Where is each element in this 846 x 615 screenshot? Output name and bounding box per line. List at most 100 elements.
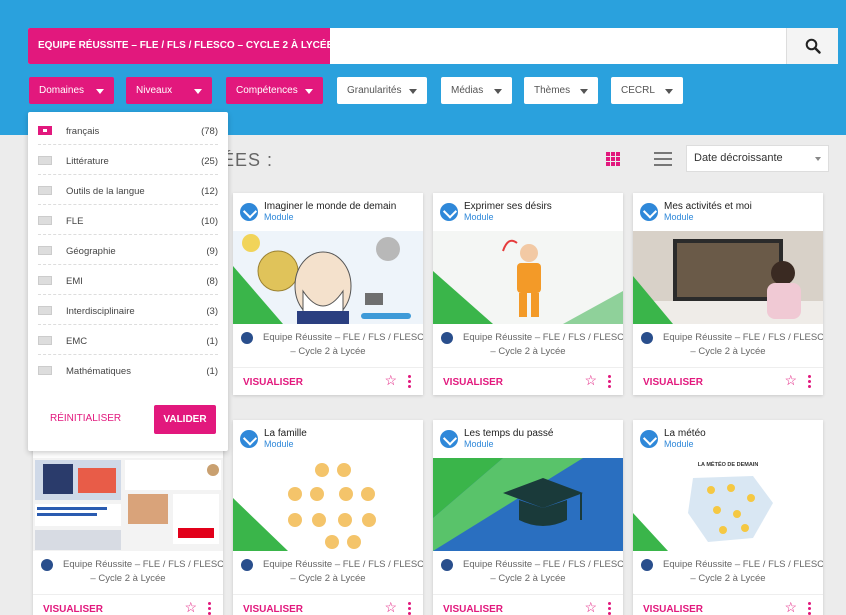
author-avatar-icon: [441, 559, 453, 571]
star-icon[interactable]: ☆: [384, 373, 397, 387]
thumb-caption: LA MÉTÉO DE DEMAIN: [698, 460, 759, 468]
domain-option-litterature[interactable]: Littérature (25): [38, 145, 218, 175]
card-title[interactable]: Mes activités et moi: [664, 201, 752, 212]
visualiser-link[interactable]: VISUALISER: [643, 604, 703, 615]
checkbox-icon[interactable]: [38, 216, 52, 225]
filter-cecrl[interactable]: CECRL: [611, 77, 683, 104]
card-title[interactable]: La météo: [664, 428, 706, 439]
grid-view-icon[interactable]: [606, 152, 620, 166]
author-line-2: – Cycle 2 à Lycée: [690, 573, 766, 584]
option-count: (3): [206, 306, 218, 317]
domain-option-outils-langue[interactable]: Outils de la langue (12): [38, 175, 218, 205]
visualiser-link[interactable]: VISUALISER: [243, 377, 303, 388]
more-vertical-icon[interactable]: [208, 602, 211, 615]
domain-option-mathematiques[interactable]: Mathématiques (1): [38, 355, 218, 385]
card-thumbnail[interactable]: [633, 231, 823, 324]
author-line-2: – Cycle 2 à Lycée: [290, 573, 366, 584]
more-vertical-icon[interactable]: [808, 375, 811, 388]
card-title[interactable]: La famille: [264, 428, 307, 439]
more-vertical-icon[interactable]: [408, 375, 411, 388]
author-line-1: Equipe Réussite – FLE / FLS / FLESCO: [663, 559, 823, 570]
visualiser-link[interactable]: VISUALISER: [243, 604, 303, 615]
option-label: français: [66, 126, 100, 137]
visualiser-link[interactable]: VISUALISER: [43, 604, 103, 615]
search-bar[interactable]: EQUIPE RÉUSSITE – FLE / FLS / FLESCO – C…: [28, 28, 838, 64]
author-avatar-icon: [241, 332, 253, 344]
card-title[interactable]: Imaginer le monde de demain: [264, 201, 396, 212]
filter-themes[interactable]: Thèmes: [524, 77, 598, 104]
more-vertical-icon[interactable]: [408, 602, 411, 615]
card-title[interactable]: Les temps du passé: [464, 428, 554, 439]
card-thumbnail[interactable]: [433, 458, 623, 551]
module-card[interactable]: La météo Module LA MÉTÉO DE DEMAIN Equip…: [633, 420, 823, 615]
card-header: Mes activités et moi Module: [633, 193, 823, 231]
visualiser-link[interactable]: VISUALISER: [643, 377, 703, 388]
reset-button[interactable]: RÉINITIALISER: [50, 413, 121, 424]
checkbox-icon[interactable]: [38, 156, 52, 165]
domain-option-fle[interactable]: FLE (10): [38, 205, 218, 235]
option-count: (12): [201, 186, 218, 197]
card-thumbnail[interactable]: [233, 231, 423, 324]
search-filter-tag[interactable]: EQUIPE RÉUSSITE – FLE / FLS / FLESCO – C…: [28, 28, 333, 64]
author-avatar-icon: [441, 332, 453, 344]
sort-select[interactable]: Date décroissante: [686, 145, 829, 172]
more-vertical-icon[interactable]: [608, 375, 611, 388]
module-card[interactable]: Les temps du passé Module Equipe Réussit…: [433, 420, 623, 615]
filter-domaines[interactable]: Domaines: [29, 77, 114, 104]
module-check-icon: [440, 203, 458, 221]
domain-option-interdisciplinaire[interactable]: Interdisciplinaire (3): [38, 295, 218, 325]
domain-option-emc[interactable]: EMC (1): [38, 325, 218, 355]
option-label: Littérature: [66, 156, 109, 167]
star-icon[interactable]: ☆: [584, 600, 597, 614]
more-vertical-icon[interactable]: [808, 602, 811, 615]
module-card[interactable]: La famille Module Equipe Réussite – FLE …: [233, 420, 423, 615]
search-button[interactable]: [786, 28, 838, 64]
option-label: Mathématiques: [66, 366, 131, 377]
option-count: (1): [206, 366, 218, 377]
option-label: EMC: [66, 336, 88, 347]
filter-label: Granularités: [347, 85, 402, 96]
star-icon[interactable]: ☆: [584, 373, 597, 387]
checkbox-icon[interactable]: [38, 276, 52, 285]
star-icon[interactable]: ☆: [784, 373, 797, 387]
filter-medias[interactable]: Médias: [441, 77, 512, 104]
star-icon[interactable]: ☆: [784, 600, 797, 614]
card-thumbnail[interactable]: [433, 231, 623, 324]
star-icon[interactable]: ☆: [184, 600, 197, 614]
filter-granularites[interactable]: Granularités: [337, 77, 427, 104]
filter-label: Compétences: [236, 85, 298, 96]
module-card[interactable]: Mes activités et moi Module Equipe Réuss…: [633, 193, 823, 395]
checkbox-icon[interactable]: [38, 186, 52, 195]
caret-down-icon: [194, 89, 202, 94]
filter-label: Thèmes: [534, 85, 571, 96]
more-vertical-icon[interactable]: [608, 602, 611, 615]
checkbox-checked-icon[interactable]: [38, 126, 52, 135]
card-thumbnail[interactable]: LA MÉTÉO DE DEMAIN: [633, 458, 823, 551]
domain-option-geographie[interactable]: Géographie (9): [38, 235, 218, 265]
checkbox-icon[interactable]: [38, 366, 52, 375]
filter-competences[interactable]: Compétences: [226, 77, 323, 104]
author-line-1: Equipe Réussite – FLE / FLS / FLESCO: [463, 559, 623, 570]
checkbox-icon[interactable]: [38, 306, 52, 315]
domain-option-francais[interactable]: français (78): [38, 115, 218, 145]
domain-option-emi[interactable]: EMI (8): [38, 265, 218, 295]
author-avatar-icon: [241, 559, 253, 571]
card-title[interactable]: Exprimer ses désirs: [464, 201, 552, 212]
star-icon[interactable]: ☆: [384, 600, 397, 614]
card-thumbnail[interactable]: [233, 458, 423, 551]
visualiser-link[interactable]: VISUALISER: [443, 604, 503, 615]
module-card[interactable]: Imaginer le monde de demain Module Equip…: [233, 193, 423, 395]
apply-button[interactable]: VALIDER: [154, 405, 216, 434]
card-actions: VISUALISER ☆: [33, 594, 223, 615]
module-card[interactable]: Exprimer ses désirs Module Equipe Réussi…: [433, 193, 623, 395]
caret-down-icon: [409, 89, 417, 94]
checkbox-icon[interactable]: [38, 336, 52, 345]
filter-niveaux[interactable]: Niveaux: [126, 77, 212, 104]
visualiser-link[interactable]: VISUALISER: [443, 377, 503, 388]
option-label: Interdisciplinaire: [66, 306, 135, 317]
checkbox-icon[interactable]: [38, 246, 52, 255]
list-view-icon[interactable]: [654, 152, 672, 166]
card-thumbnail[interactable]: [33, 458, 223, 551]
card-author: Equipe Réussite – FLE / FLS / FLESCO – C…: [433, 551, 623, 594]
card-header: Imaginer le monde de demain Module: [233, 193, 423, 231]
